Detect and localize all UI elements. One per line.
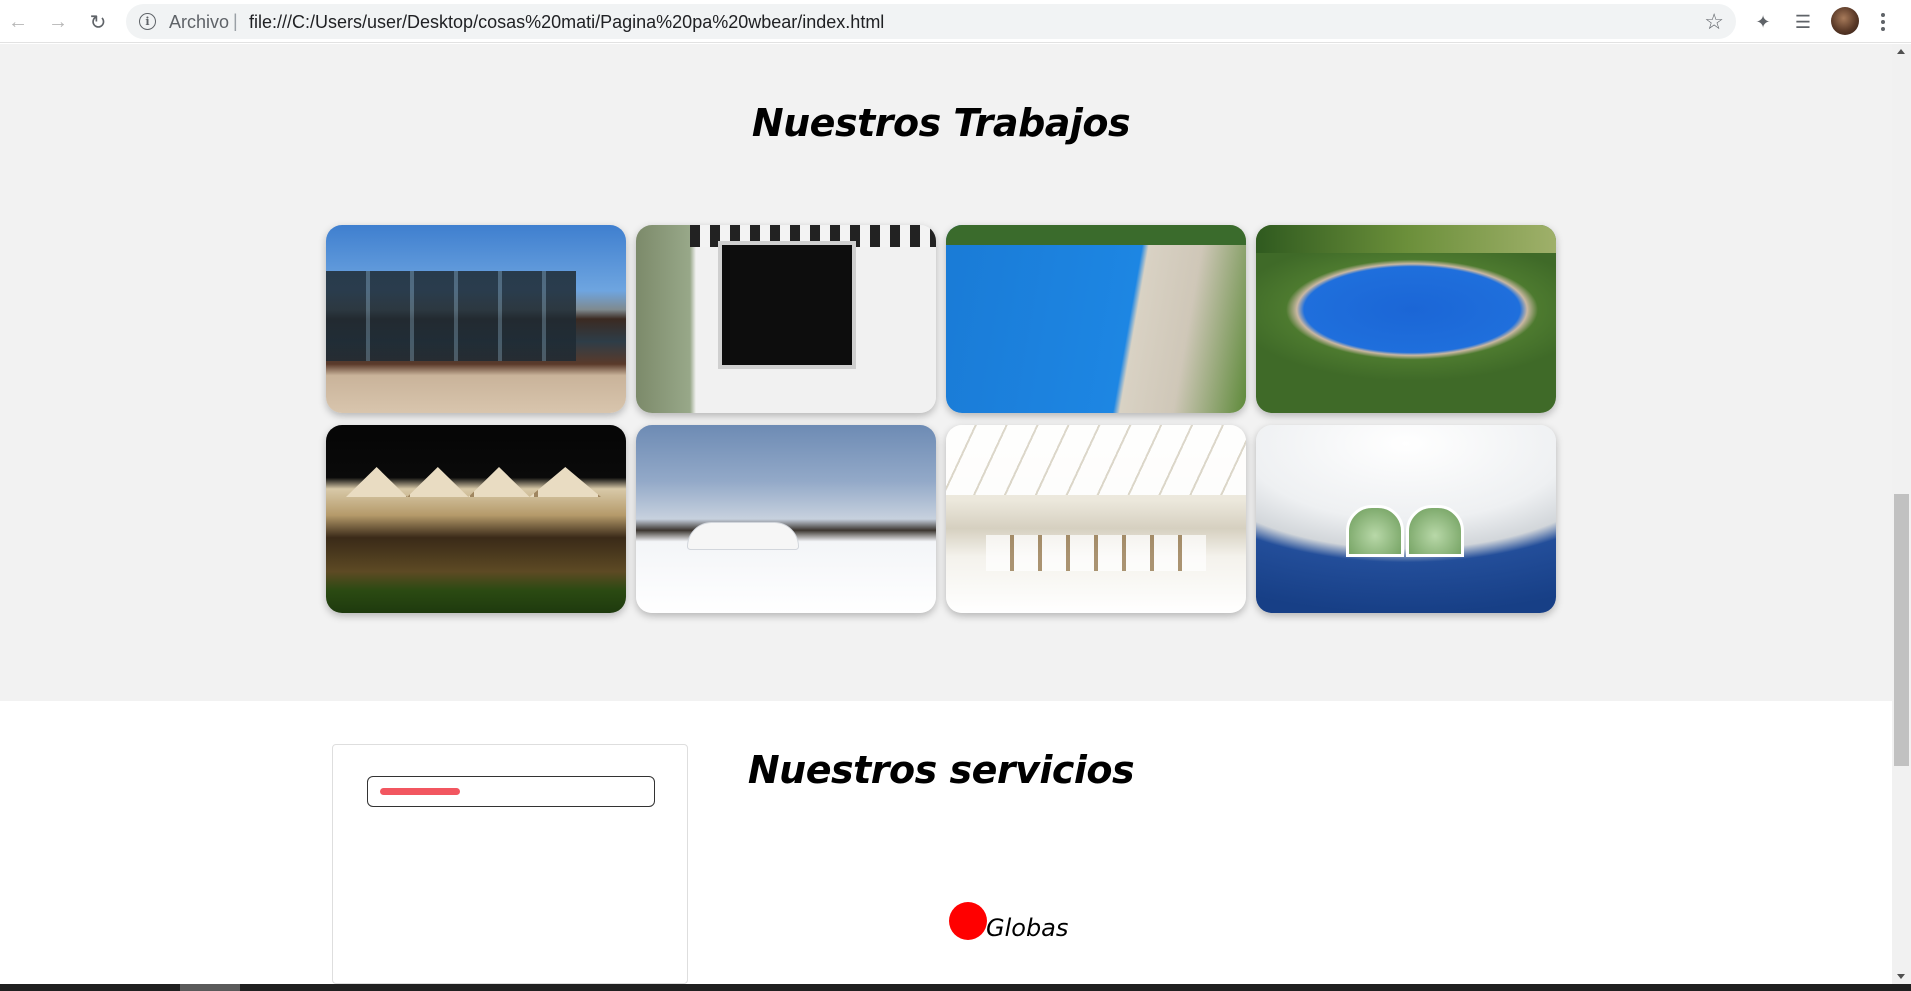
service-card (332, 744, 688, 984)
browser-toolbar: ← → ↻ i Archivo | file:///C:/Users/user/… (0, 0, 1911, 43)
photo-snow-domes[interactable] (636, 425, 936, 613)
scheme-separator: | (233, 11, 238, 31)
photo-covered-pool[interactable] (1256, 425, 1556, 613)
menu-icon[interactable] (1875, 8, 1891, 36)
photo-awning-window[interactable] (636, 225, 936, 413)
extensions-icon[interactable]: ✦ (1749, 8, 1777, 36)
url-text[interactable]: file:///C:/Users/user/Desktop/cosas%20ma… (249, 12, 884, 33)
reload-icon[interactable]: ↻ (84, 8, 112, 36)
service-card-field-bar (380, 788, 460, 795)
photo-night-tents[interactable] (326, 425, 626, 613)
trabajos-title: Nuestros Trabajos (751, 101, 1131, 145)
photo-gallery (326, 225, 1558, 613)
forward-icon[interactable]: → (44, 8, 72, 36)
scheme-label: Archivo (169, 12, 230, 32)
photo-glass-pavilion[interactable] (326, 225, 626, 413)
scroll-up-icon[interactable] (1897, 49, 1905, 54)
scroll-down-icon[interactable] (1897, 974, 1905, 979)
info-icon[interactable]: i (139, 13, 156, 30)
servicios-title: Nuestros servicios (747, 748, 1135, 792)
reading-list-icon[interactable]: ☰ (1789, 8, 1817, 36)
service-card-field[interactable] (367, 776, 655, 807)
scroll-thumb[interactable] (1894, 494, 1909, 766)
taskbar-item[interactable] (180, 984, 240, 991)
avatar[interactable] (1831, 7, 1859, 35)
page-scrollbar[interactable] (1892, 44, 1911, 984)
photo-wedding-tent[interactable] (946, 425, 1246, 613)
trabajos-section: Nuestros Trabajos (0, 44, 1892, 701)
globe-label: Globas (986, 914, 1069, 942)
servicios-section: Nuestros servicios (0, 701, 1892, 984)
back-icon[interactable]: ← (4, 8, 32, 36)
photo-pool-lawn[interactable] (1256, 225, 1556, 413)
star-icon[interactable]: ☆ (1704, 9, 1724, 35)
globe-dot-icon (949, 902, 987, 940)
taskbar (0, 984, 1911, 991)
address-bar[interactable]: i Archivo | file:///C:/Users/user/Deskto… (126, 4, 1736, 39)
page-viewport: Nuestros Trabajos Nuestros servicios (0, 44, 1892, 984)
photo-pool-cover[interactable] (946, 225, 1246, 413)
